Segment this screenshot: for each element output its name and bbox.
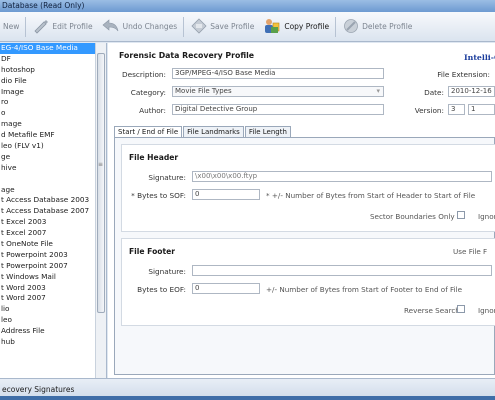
profile-list-item[interactable]: EG-4/ISO Base Media [0,43,106,54]
edit-profile-label: Edit Profile [52,22,93,31]
edit-profile-button[interactable]: Edit Profile [30,15,95,39]
footer-signature-field[interactable] [192,265,492,276]
toolbar-separator [25,16,27,37]
profile-list-item[interactable]: hotoshop [0,65,106,76]
profile-list-item[interactable] [0,174,106,185]
use-file-footer-label: Use File F [453,247,488,256]
status-text: ecovery Signatures [2,385,75,394]
delete-profile-button[interactable]: Delete Profile [340,15,415,39]
file-extension-label: File Extension: [437,70,490,79]
vertical-scrollbar[interactable]: ≡ [95,43,106,378]
footer-ignore-label: Ignore [478,306,495,315]
file-header-title: File Header [129,153,179,162]
undo-changes-button[interactable]: Undo Changes [99,15,181,39]
profile-list-item[interactable]: t Access Database 2003 [0,195,106,206]
toolbar: New Edit Profile Undo Changes Save Profi… [0,12,495,42]
bytes-to-sof-field[interactable]: 0 [192,189,260,200]
scrollbar-thumb[interactable] [97,53,105,313]
sector-boundaries-checkbox[interactable] [457,211,465,219]
profile-detail-panel: Forensic Data Recovery Profile Intelli-C… [108,43,495,378]
file-footer-title: File Footer [129,247,176,256]
profile-list-item[interactable]: hub [0,337,106,348]
profile-list-item[interactable]: ge [0,152,106,163]
header-signature-label: Signature: [148,173,186,182]
toolbar-separator [183,16,185,37]
save-profile-button[interactable]: Save Profile [188,15,257,39]
date-field[interactable]: 2010-12-16 1 [448,86,495,97]
profile-list-item[interactable]: lio [0,304,106,315]
bytes-to-eof-field[interactable]: 0 [192,283,260,294]
copy-profile-label: Copy Profile [284,22,330,31]
brand-logo-text: Intelli-Ca [464,53,495,62]
start-end-tab-panel: File Header Signature: \x00\x00\x00.ftyp… [114,137,495,375]
undo-changes-label: Undo Changes [122,22,178,31]
profile-list-item[interactable]: hive [0,163,106,174]
new-label: New [3,22,20,31]
profile-list-item[interactable]: t OneNote File [0,239,106,250]
copy-profile-icon [263,17,281,37]
date-label: Date: [424,88,444,97]
profile-list-item[interactable]: leo (FLV v1) [0,141,106,152]
profile-list-item[interactable]: t Excel 2007 [0,228,106,239]
toolbar-separator [335,16,337,37]
tab-strip: Start / End of File File Landmarks File … [114,126,292,138]
sector-boundaries-label: Sector Boundaries Only [370,212,455,221]
tab-file-length[interactable]: File Length [244,126,291,137]
profile-list-item[interactable]: Image [0,87,106,98]
profile-list-item[interactable]: leo [0,315,106,326]
bytes-to-eof-hint: +/- Number of Bytes from Start of Footer… [266,285,463,294]
copy-profile-button[interactable]: Copy Profile [260,15,332,39]
profile-list-item[interactable]: t Access Database 2007 [0,206,106,217]
save-icon [191,17,207,36]
version-minor-field[interactable]: 1 [468,104,495,115]
profile-list-items: EG-4/ISO Base Media DF hotoshop dio File Ima… [0,43,106,348]
version-major-field[interactable]: 3 [448,104,465,115]
profile-heading: Forensic Data Recovery Profile [119,51,255,60]
bytes-to-eof-label: Bytes to EOF: [137,285,186,294]
profile-list-item[interactable]: t Windows Mail [0,272,106,283]
description-label: Description: [121,70,166,79]
profile-list-item[interactable]: o [0,108,106,119]
save-profile-label: Save Profile [210,22,255,31]
undo-arrow-icon [102,18,120,35]
new-button[interactable]: New [0,15,22,39]
profile-list-item[interactable]: Address File [0,326,106,337]
delete-icon [343,18,359,36]
profile-list-item[interactable]: t Word 2003 [0,283,106,294]
author-field[interactable]: Digital Detective Group [172,104,384,115]
header-ignore-label: Ignore [478,212,495,221]
tab-file-landmarks[interactable]: File Landmarks [183,126,244,137]
header-signature-field[interactable]: \x00\x00\x00.ftyp [192,171,492,182]
reverse-search-label: Reverse Search [404,306,460,315]
profile-list-item[interactable]: ro [0,97,106,108]
profile-list-item[interactable]: mage [0,119,106,130]
taskbar-strip [0,396,495,400]
profile-list-item[interactable]: t Powerpoint 2007 [0,261,106,272]
footer-signature-label: Signature: [148,267,186,276]
profile-list-item[interactable]: t Excel 2003 [0,217,106,228]
category-select[interactable]: Movie File Types [172,86,384,97]
pencil-icon [33,18,49,36]
author-label: Author: [139,106,166,115]
bytes-to-sof-label: * Bytes to SOF: [131,191,186,200]
profile-list-item[interactable]: t Word 2007 [0,293,106,304]
profile-list-item[interactable]: dio File [0,76,106,87]
description-field[interactable]: 3GP/MPEG-4/ISO Base Media [172,68,384,79]
category-label: Category: [130,88,166,97]
file-header-section: File Header Signature: \x00\x00\x00.ftyp… [121,144,495,232]
profile-list-item[interactable]: age [0,185,106,196]
window-title: Database (Read Only) [0,0,495,12]
scrollbar-grip-icon: ≡ [98,161,104,168]
profile-list-item[interactable]: t Powerpoint 2003 [0,250,106,261]
version-label: Version: [414,106,444,115]
profile-list-item[interactable]: d Metafile EMF [0,130,106,141]
file-footer-section: File Footer Use File F Signature: Bytes … [121,238,495,326]
delete-profile-label: Delete Profile [362,22,413,31]
profile-list: EG-4/ISO Base Media DF hotoshop dio File Ima… [0,43,107,378]
reverse-search-checkbox[interactable] [457,305,465,313]
bytes-to-sof-hint: * +/- Number of Bytes from Start of Head… [266,191,476,200]
profile-list-item[interactable]: DF [0,54,106,65]
